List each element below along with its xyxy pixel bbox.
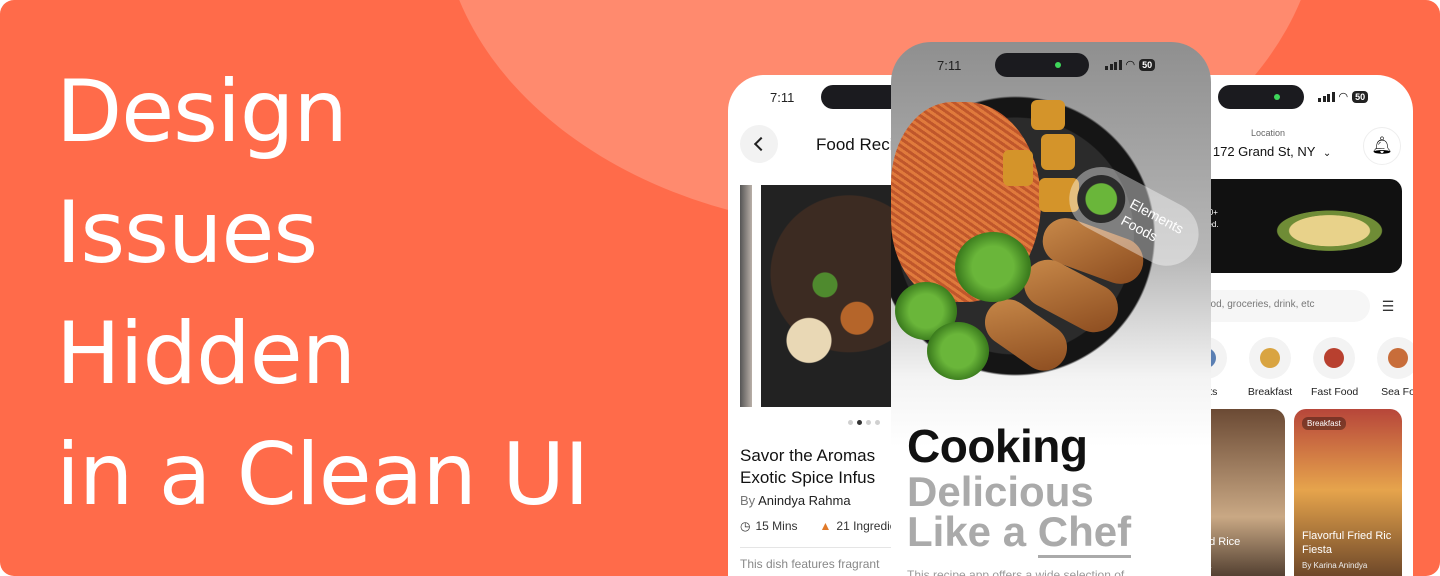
category-label: Sea Fo [1381,386,1413,398]
headline-line: Hidden [56,304,356,404]
status-time: 7:11 [937,58,962,73]
signal-icon [1318,91,1335,102]
author-name[interactable]: Anindya Rahma [758,493,851,508]
category-badge: Breakfast [1302,417,1346,430]
phone-onboarding: 7:11 ◠ 50 Elements Foods Cooking Delicio… [891,42,1211,576]
battery-icon: 50 [1139,58,1156,71]
author-prefix: By [740,493,756,508]
ingredient-count: ▲ 21 Ingredie [820,519,897,533]
carousel-dot[interactable] [848,420,853,425]
bell-icon: 🔔︎ [1371,136,1393,155]
subtitle-highlight: Chef [1037,508,1132,558]
fast-food-icon [1313,337,1355,379]
recipe-card-title: Flavorful Fried Ric Fiesta [1302,529,1391,557]
dynamic-island [1218,85,1304,109]
headline: Design Issues Hidden in a Clean UI [56,52,589,536]
recipe-card-author: By Karina Anindya [1302,561,1368,570]
ingredient-count-value: 21 Ingredie [836,519,897,533]
category-breakfast[interactable]: Breakfast [1247,337,1293,398]
recipe-image-prev[interactable] [740,185,752,407]
sea-food-icon [1377,337,1413,379]
location-selector[interactable]: ●172 Grand St, NY ⌄ [1201,144,1331,159]
status-icons: ◠ 50 [1318,90,1369,103]
recipe-heading-line: Exotic Spice Infus [740,468,876,487]
subtitle-line: Delicious [907,468,1094,515]
carousel-dot-active[interactable] [857,420,862,425]
broccoli-shape [927,322,989,380]
promo-banner: Design Issues Hidden in a Clean UI 7:11 … [0,0,1440,576]
chevron-down-icon: ⌄ [1322,148,1332,159]
headline-line: Design [56,62,348,162]
category-label: Breakfast [1247,386,1293,398]
broccoli-shape [955,232,1031,302]
onboarding-subtitle: Delicious Like a Chef [907,468,1132,558]
category-label: Fast Food [1311,386,1359,398]
status-time: 7:11 [770,90,795,105]
search-input[interactable]: ood, groceries, drink, etc [1195,290,1370,322]
recipe-heading: Savor the Aromas Exotic Spice Infus [740,445,875,489]
brand-name: Elements Foods [1118,195,1187,256]
back-button[interactable] [740,125,778,163]
potato-shape [1003,150,1033,186]
filter-icon[interactable]: ☰ [1375,290,1401,322]
breakfast-icon [1249,337,1291,379]
phone-home: ◠ 50 Location ●172 Grand St, NY ⌄ 🔔︎ r $… [1195,75,1413,576]
battery-icon: 50 [1352,90,1369,103]
wifi-icon: ◠ [1338,91,1349,103]
category-sea-food[interactable]: Sea Fo [1375,337,1413,398]
clock-icon: ◷ [740,519,751,533]
carousel-dot[interactable] [866,420,871,425]
dynamic-island [995,53,1089,77]
category-list: serts Breakfast Fast Food Sea Fo [1195,337,1413,398]
recipe-card-title-line: Flavorful Fried Ric [1302,530,1392,542]
cook-time: ◷ 15 Mins [740,519,798,533]
onboarding-description: This recipe app offers a wide selection … [907,568,1125,576]
headline-line: Issues [56,183,318,283]
carousel-dot[interactable] [875,420,880,425]
potato-shape [1031,100,1065,130]
recipe-heading-line: Savor the Aromas [740,446,876,465]
carousel-dots[interactable] [848,420,880,425]
pizza-icon: ▲ [819,519,832,533]
potato-shape [1041,134,1075,170]
subtitle-line: Like a Chef [907,508,1132,558]
category-fast-food[interactable]: Fast Food [1311,337,1359,398]
recipe-description: This dish features fragrant [740,557,880,571]
headline-line: in a Clean UI [56,425,589,525]
location-value: 172 Grand St, NY [1212,144,1316,159]
status-icons: ◠ 50 [1105,58,1156,71]
location-label: Location [1251,128,1286,138]
recipe-author: By Anindya Rahma [740,493,851,508]
onboarding-title: Cooking [907,420,1088,472]
signal-icon [1105,59,1122,70]
subtitle-prefix: Like a [907,508,1027,555]
recipe-card[interactable]: Breakfast Flavorful Fried Ric Fiesta By … [1294,409,1402,576]
wifi-icon: ◠ [1125,59,1136,71]
cook-time-value: 15 Mins [755,519,798,533]
notification-button[interactable]: 🔔︎ [1363,127,1401,165]
promo-banner-card[interactable] [1195,179,1402,273]
recipe-card-title-line: Fiesta [1302,544,1332,556]
recipe-meta: ◷ 15 Mins ▲ 21 Ingredie [740,519,896,533]
